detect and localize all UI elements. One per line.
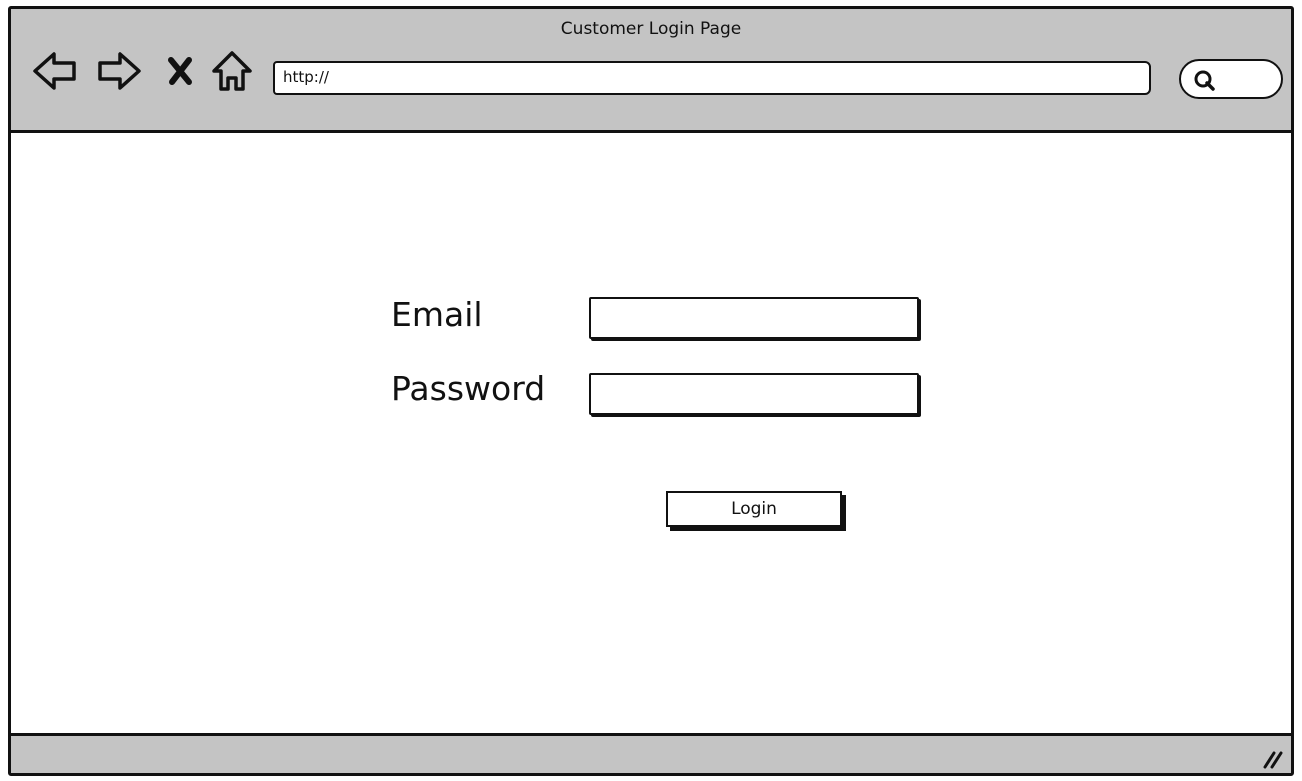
page-content: Email Password Login [11, 133, 1291, 739]
window-title: Customer Login Page [560, 19, 742, 39]
forward-button[interactable] [95, 49, 143, 93]
search-button[interactable] [1179, 59, 1283, 99]
search-icon [1194, 70, 1215, 91]
close-icon [168, 57, 192, 85]
arrow-left-icon [33, 52, 76, 90]
status-bar [11, 733, 1291, 773]
browser-window: Customer Login Page http:// Email Passwo… [8, 6, 1294, 776]
home-icon [212, 51, 252, 91]
browser-toolbar: Customer Login Page http:// [11, 9, 1291, 133]
email-field[interactable] [589, 297, 919, 339]
login-button[interactable]: Login [666, 491, 842, 527]
password-label: Password [391, 369, 546, 408]
resize-handle[interactable] [1261, 745, 1285, 769]
email-label: Email [391, 295, 483, 334]
resize-grip-icon [1263, 751, 1283, 769]
password-field[interactable] [589, 373, 919, 415]
home-button[interactable] [209, 49, 255, 93]
back-button[interactable] [31, 49, 79, 93]
url-input[interactable]: http:// [273, 61, 1151, 95]
arrow-right-icon [98, 52, 141, 90]
stop-button[interactable] [159, 49, 201, 93]
